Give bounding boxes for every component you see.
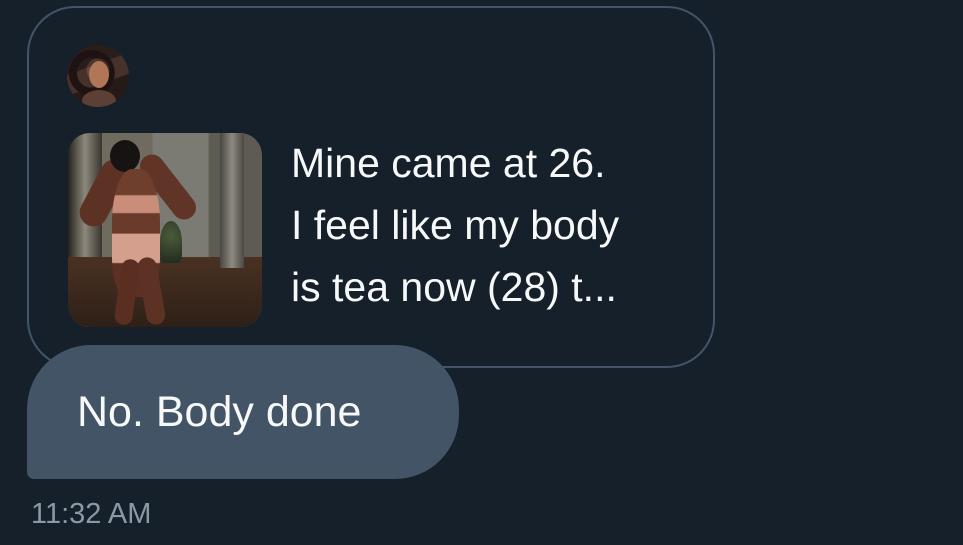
- door-graphic: [220, 133, 244, 268]
- avatar-shirt-graphic: [82, 90, 116, 107]
- photo-thumbnail[interactable]: [68, 133, 262, 327]
- message-bubble[interactable]: No. Body done: [27, 345, 459, 479]
- profile-avatar[interactable]: [67, 45, 129, 107]
- quoted-post-text: Mine came at 26. I feel like my body is …: [291, 140, 620, 310]
- plant-graphic: [160, 221, 182, 263]
- message-text: No. Body done: [77, 388, 362, 436]
- direct-message-screen: Mine came at 26. I feel like my body is …: [0, 0, 963, 545]
- message-timestamp: 11:32 AM: [31, 498, 152, 530]
- avatar-face-graphic: [89, 61, 109, 88]
- person-head-graphic: [110, 140, 140, 172]
